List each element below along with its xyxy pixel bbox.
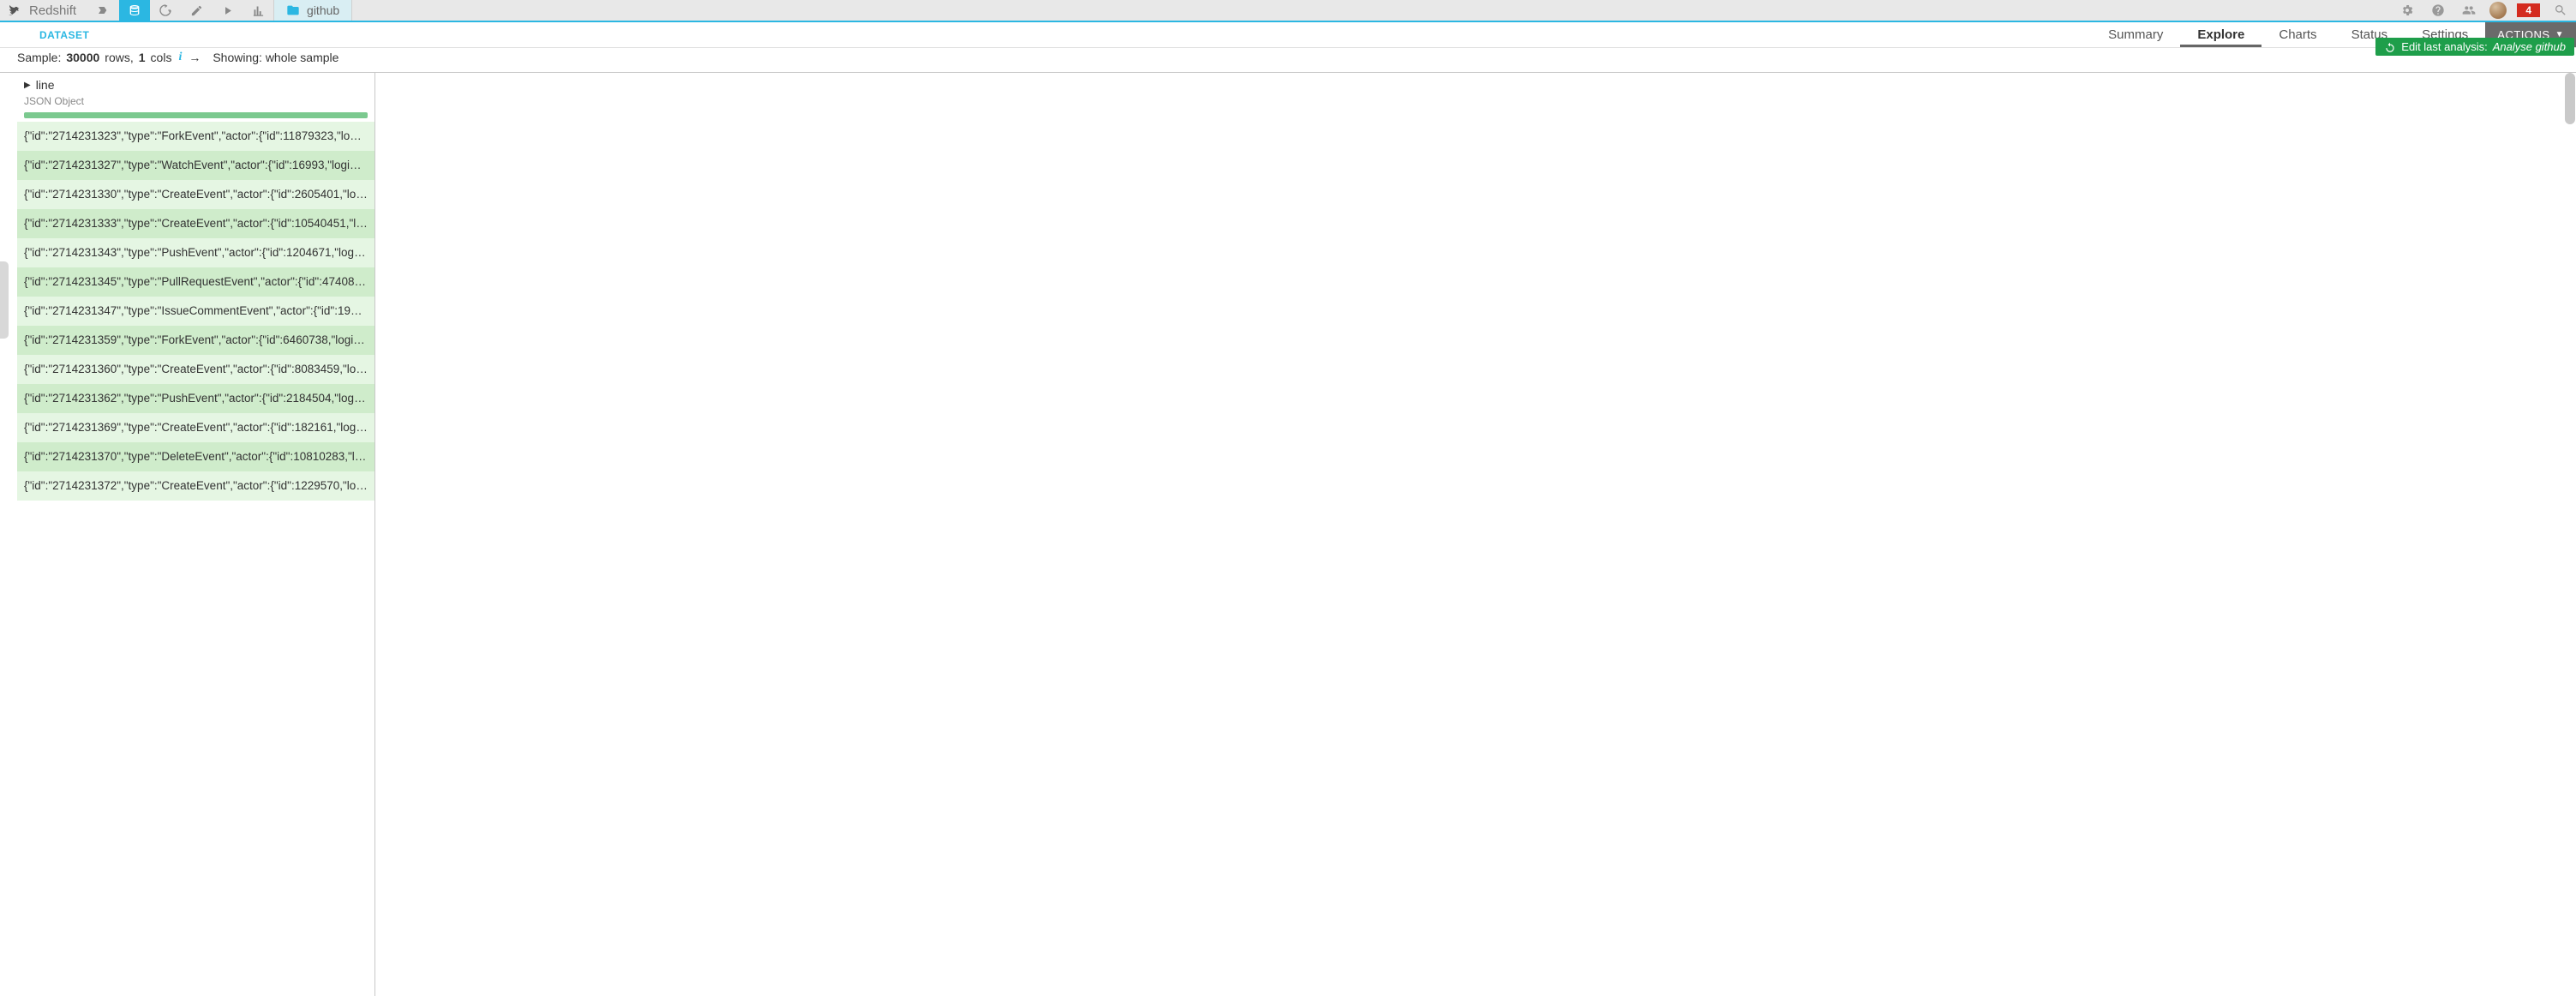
- sample-cols-word: cols: [151, 51, 172, 64]
- breadcrumb-tab[interactable]: github: [273, 0, 352, 21]
- expand-triangle-icon: ▶: [24, 81, 31, 90]
- tab-summary[interactable]: Summary: [2091, 22, 2180, 47]
- dataset-label: DATASET: [0, 22, 101, 47]
- sample-showing: Showing: whole sample: [213, 51, 338, 64]
- breadcrumb-label: github: [307, 3, 339, 17]
- table-row[interactable]: {"id":"2714231370","type":"DeleteEvent",…: [17, 442, 374, 471]
- table-row[interactable]: {"id":"2714231347","type":"IssueCommentE…: [17, 297, 374, 326]
- edit-icon[interactable]: [181, 0, 212, 21]
- run-icon[interactable]: [212, 0, 243, 21]
- explore-main: ▶ line JSON Object {"id":"2714231323","t…: [0, 72, 2576, 996]
- column-type: JSON Object: [24, 95, 368, 107]
- dataset-bar: DATASET Summary Explore Charts Status Se…: [0, 22, 2576, 48]
- brand[interactable]: Redshift: [0, 0, 88, 21]
- brand-label: Redshift: [29, 3, 76, 18]
- column-expand-row[interactable]: ▶ line: [24, 78, 368, 92]
- grid-empty-area: [375, 73, 2576, 996]
- table-row[interactable]: {"id":"2714231323","type":"ForkEvent","a…: [17, 122, 374, 151]
- column-validity-bar: [24, 112, 368, 118]
- tab-explore[interactable]: Explore: [2180, 22, 2261, 47]
- avatar[interactable]: [2489, 2, 2507, 19]
- table-row[interactable]: {"id":"2714231345","type":"PullRequestEv…: [17, 267, 374, 297]
- top-toolbar: Redshift github: [0, 0, 2576, 22]
- table-row[interactable]: {"id":"2714231327","type":"WatchEvent","…: [17, 151, 374, 180]
- sample-cols-value: 1: [139, 51, 146, 64]
- tab-charts[interactable]: Charts: [2261, 22, 2333, 47]
- info-row: Sample: 30000 rows, 1 cols i → Showing: …: [0, 48, 2576, 70]
- edit-last-analysis-button[interactable]: Edit last analysis: Analyse github: [2375, 38, 2574, 56]
- team-icon[interactable]: [2453, 0, 2484, 21]
- left-panel-handle[interactable]: [0, 261, 9, 339]
- arrow-right-icon: →: [189, 51, 201, 64]
- table-row[interactable]: {"id":"2714231369","type":"CreateEvent",…: [17, 413, 374, 442]
- top-toolbar-left: Redshift github: [0, 0, 352, 21]
- recipe-icon[interactable]: [150, 0, 181, 21]
- column-name: line: [36, 78, 55, 92]
- dataset-icon[interactable]: [119, 0, 150, 21]
- search-icon[interactable]: [2545, 0, 2576, 21]
- help-icon[interactable]: [2423, 0, 2453, 21]
- table-row[interactable]: {"id":"2714231343","type":"PushEvent","a…: [17, 238, 374, 267]
- folder-icon: [286, 3, 300, 17]
- info-icon[interactable]: i: [177, 51, 183, 64]
- column-header[interactable]: ▶ line JSON Object: [17, 73, 374, 122]
- chart-icon[interactable]: [243, 0, 273, 21]
- table-row[interactable]: {"id":"2714231362","type":"PushEvent","a…: [17, 384, 374, 413]
- table-row[interactable]: {"id":"2714231330","type":"CreateEvent",…: [17, 180, 374, 209]
- top-toolbar-right: 4: [2392, 0, 2576, 21]
- flow-icon[interactable]: [88, 0, 119, 21]
- recycle-icon: [2384, 41, 2396, 53]
- edit-banner-text: Edit last analysis:: [2401, 40, 2487, 53]
- table-row[interactable]: {"id":"2714231360","type":"CreateEvent",…: [17, 355, 374, 384]
- vertical-scrollbar[interactable]: [2565, 73, 2575, 124]
- table-row[interactable]: {"id":"2714231359","type":"ForkEvent","a…: [17, 326, 374, 355]
- sample-rows-word: rows,: [105, 51, 133, 64]
- data-grid: ▶ line JSON Object {"id":"2714231323","t…: [17, 73, 375, 996]
- sample-info: Sample: 30000 rows, 1 cols i → Showing: …: [17, 51, 338, 64]
- logo-bird-icon: [7, 3, 22, 18]
- sample-rows-value: 30000: [66, 51, 99, 64]
- data-rows: {"id":"2714231323","type":"ForkEvent","a…: [17, 122, 374, 996]
- sample-prefix: Sample:: [17, 51, 61, 64]
- gear-icon[interactable]: [2392, 0, 2423, 21]
- table-row[interactable]: {"id":"2714231333","type":"CreateEvent",…: [17, 209, 374, 238]
- notification-badge[interactable]: 4: [2517, 3, 2540, 17]
- edit-banner-name: Analyse github: [2493, 40, 2566, 53]
- table-row[interactable]: {"id":"2714231372","type":"CreateEvent",…: [17, 471, 374, 501]
